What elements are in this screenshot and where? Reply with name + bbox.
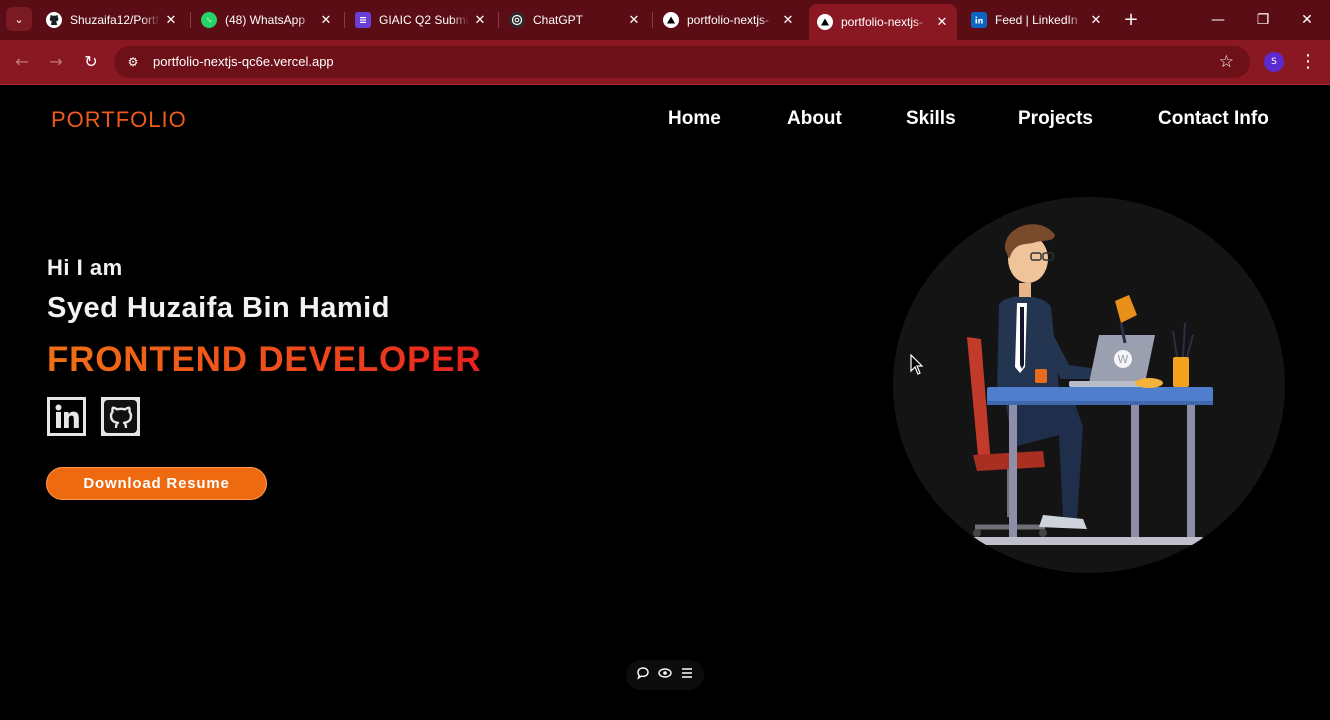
hero-greeting: Hi I am	[47, 255, 123, 280]
restore-icon: ❐	[1256, 12, 1270, 28]
linkedin-icon	[47, 397, 86, 436]
address-bar[interactable]: ⚙ portfolio-nextjs-qc6e.vercel.app ☆	[114, 46, 1250, 78]
close-tab-icon[interactable]: ✕	[164, 12, 178, 28]
nav-projects[interactable]: Projects	[1018, 108, 1093, 130]
tab-portfolio-active[interactable]: portfolio-nextjs- ✕	[809, 4, 957, 40]
floating-toolbar	[626, 660, 704, 690]
linkedin-icon	[971, 12, 987, 28]
hero-name: Syed Huzaifa Bin Hamid	[47, 292, 390, 324]
github-link[interactable]	[101, 397, 140, 436]
restore-button[interactable]: ❐	[1248, 8, 1278, 32]
svg-text:W: W	[1118, 353, 1129, 366]
close-window-button[interactable]: ✕	[1292, 8, 1322, 32]
close-tab-icon[interactable]: ✕	[935, 14, 949, 30]
back-button[interactable]: ←	[10, 50, 34, 74]
hero-illustration: W	[893, 197, 1285, 573]
eye-icon[interactable]	[658, 666, 672, 684]
tab-title: Feed | LinkedIn	[995, 13, 1078, 27]
chatgpt-icon	[509, 12, 525, 28]
vercel-icon	[663, 12, 679, 28]
toolbar-divider	[0, 84, 1330, 85]
new-tab-button[interactable]: +	[1120, 9, 1142, 31]
tab-portfolio-1[interactable]: portfolio-nextjs- ✕	[655, 5, 803, 35]
close-tab-icon[interactable]: ✕	[473, 12, 487, 28]
tab-forms[interactable]: GIAIC Q2 Submi ✕	[347, 5, 495, 35]
browser-menu-button[interactable]: ⋮	[1298, 50, 1318, 74]
tab-title: ChatGPT	[533, 13, 584, 27]
hero-role: FRONTEND DEVELOPER	[47, 340, 482, 379]
github-icon	[101, 397, 140, 436]
close-tab-icon[interactable]: ✕	[1089, 12, 1103, 28]
arrow-left-icon: ←	[15, 52, 29, 71]
vercel-icon	[817, 14, 833, 30]
tab-title: portfolio-nextjs-	[687, 13, 770, 27]
close-tab-icon[interactable]: ✕	[319, 12, 333, 28]
close-tab-icon[interactable]: ✕	[627, 12, 641, 28]
arrow-right-icon: →	[49, 52, 63, 71]
github-icon	[46, 12, 62, 28]
tab-divider	[190, 12, 191, 28]
browser-toolbar: ← → ↻ ⚙ portfolio-nextjs-qc6e.vercel.app…	[0, 40, 1330, 84]
more-vert-icon: ⋮	[1299, 51, 1317, 72]
nav-skills[interactable]: Skills	[906, 108, 956, 130]
tab-github[interactable]: Shuzaifa12/Portf ✕	[38, 5, 186, 35]
close-icon: ✕	[1301, 12, 1313, 28]
minimize-button[interactable]: —	[1203, 8, 1233, 32]
forward-button[interactable]: →	[44, 50, 68, 74]
comment-icon[interactable]	[636, 666, 650, 684]
tab-chatgpt[interactable]: ChatGPT ✕	[501, 5, 649, 35]
profile-avatar[interactable]: S	[1264, 52, 1284, 72]
site-info-icon[interactable]: ⚙	[124, 53, 142, 71]
forms-icon	[355, 12, 371, 28]
url-text[interactable]: portfolio-nextjs-qc6e.vercel.app	[153, 54, 334, 69]
linkedin-link[interactable]	[47, 397, 86, 436]
download-resume-button[interactable]: Download Resume	[46, 467, 267, 500]
whatsapp-icon	[201, 12, 217, 28]
tab-title: Shuzaifa12/Portf	[70, 13, 159, 27]
tab-divider	[498, 12, 499, 28]
developer-at-desk-illustration: W	[965, 224, 1213, 545]
tab-whatsapp[interactable]: (48) WhatsApp ✕	[193, 5, 341, 35]
tab-linkedin[interactable]: Feed | LinkedIn ✕	[963, 5, 1111, 35]
reload-icon: ↻	[84, 52, 98, 71]
minimize-icon: —	[1211, 12, 1225, 28]
site-logo[interactable]: PORTFOLIO	[51, 107, 187, 133]
tab-strip: ⌄ Shuzaifa12/Portf ✕ (48) WhatsApp ✕ GIA…	[0, 0, 1330, 40]
tab-title: portfolio-nextjs-	[841, 15, 924, 29]
mouse-cursor-icon	[910, 354, 924, 375]
tab-title: (48) WhatsApp	[225, 13, 306, 27]
close-tab-icon[interactable]: ✕	[781, 12, 795, 28]
reload-button[interactable]: ↻	[79, 50, 103, 74]
nav-about[interactable]: About	[787, 108, 842, 130]
tab-divider	[344, 12, 345, 28]
tab-divider	[652, 12, 653, 28]
tab-title: GIAIC Q2 Submi	[379, 13, 469, 27]
nav-home[interactable]: Home	[668, 108, 721, 130]
tab-search-button[interactable]: ⌄	[6, 7, 32, 31]
plus-icon: +	[1123, 9, 1139, 30]
list-icon[interactable]	[680, 666, 694, 684]
nav-contact-info[interactable]: Contact Info	[1158, 108, 1269, 130]
bookmark-star-icon[interactable]: ☆	[1219, 51, 1234, 73]
chevron-down-icon: ⌄	[14, 12, 24, 26]
